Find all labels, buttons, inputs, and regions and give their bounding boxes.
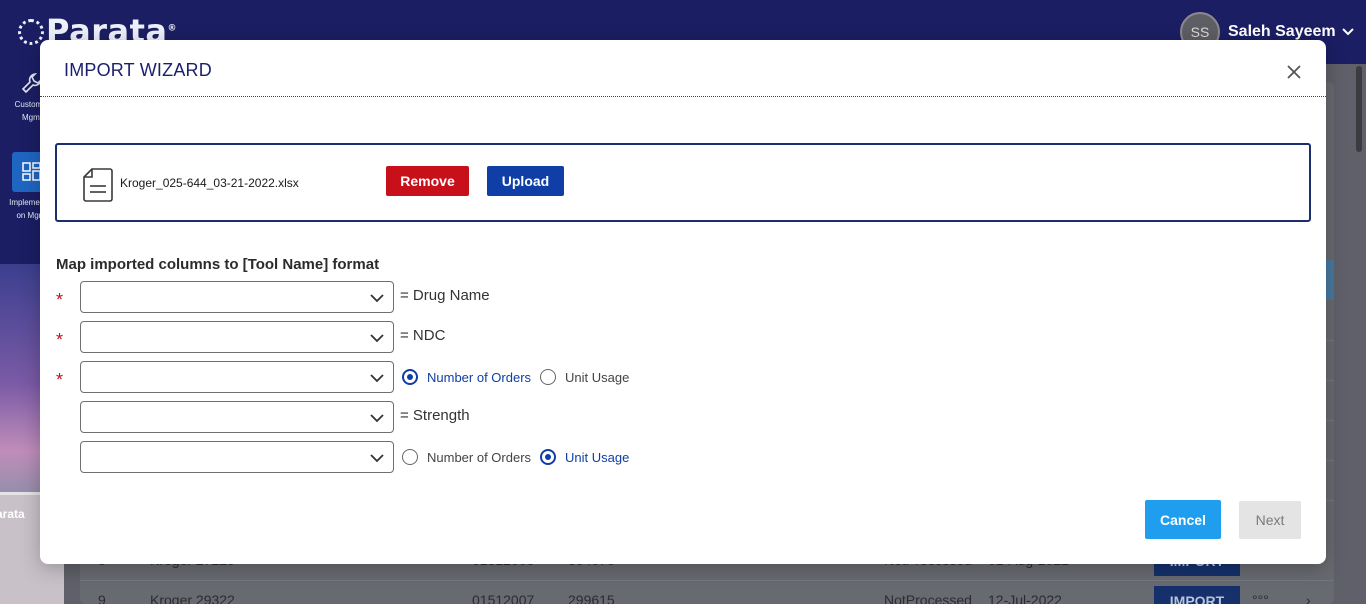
row-code: 01512007 (472, 592, 535, 604)
number-of-orders-label[interactable]: Number of Orders (427, 450, 531, 465)
usage-column-select[interactable] (80, 361, 394, 393)
row-status: NotProcessed (884, 592, 972, 604)
ndc-label: = NDC (400, 327, 446, 344)
cancel-button[interactable]: Cancel (1145, 500, 1221, 539)
file-upload-box: Kroger_025-644_03-21-2022.xlsx Remove Up… (55, 143, 1311, 222)
unit-usage-label[interactable]: Unit Usage (565, 450, 629, 465)
scrollbar-thumb[interactable] (1356, 66, 1362, 152)
file-icon (83, 168, 113, 202)
ndc-column-select[interactable] (80, 321, 394, 353)
table-row[interactable]: 9 Kroger 29322 01512007 299615 NotProces… (80, 580, 1334, 604)
usage-column-select-2[interactable] (80, 441, 394, 473)
chevron-down-icon[interactable] (1341, 28, 1354, 36)
file-name: Kroger_025-644_03-21-2022.xlsx (120, 176, 299, 190)
chevron-down-icon (370, 334, 384, 343)
unit-usage-label[interactable]: Unit Usage (565, 370, 629, 385)
required-marker: * (56, 290, 64, 310)
mapping-row-strength: = Strength (40, 401, 1326, 433)
number-of-orders-radio[interactable] (402, 369, 418, 385)
strength-column-select[interactable] (80, 401, 394, 433)
close-icon[interactable] (1284, 62, 1304, 82)
user-name[interactable]: Saleh Sayeem (1228, 23, 1336, 41)
chevron-down-icon (370, 414, 384, 423)
strength-label: = Strength (400, 407, 470, 424)
modal-title: IMPORT WIZARD (64, 60, 212, 80)
required-marker: * (56, 330, 64, 350)
mapping-row-ndc: * = NDC (40, 321, 1326, 353)
header-divider (40, 96, 1326, 97)
dashboard-grid-icon (22, 162, 41, 181)
row-name: Kroger 29322 (150, 592, 235, 604)
next-button[interactable]: Next (1239, 501, 1301, 539)
row-date: 12-Jul-2022 (988, 592, 1062, 604)
import-button[interactable]: IMPORT (1154, 586, 1240, 604)
row-index: 9 (98, 592, 106, 604)
mapping-row-drug-name: * = Drug Name (40, 281, 1326, 313)
chevron-down-icon (370, 374, 384, 383)
usage-type-radio-group: Number of Orders Unit Usage (402, 361, 638, 393)
number-of-orders-label[interactable]: Number of Orders (427, 370, 531, 385)
required-marker: * (56, 370, 64, 390)
remove-button[interactable]: Remove (386, 166, 469, 196)
chevron-down-icon (370, 454, 384, 463)
upload-button[interactable]: Upload (487, 166, 564, 196)
mapping-title: Map imported columns to [Tool Name] form… (56, 256, 380, 273)
row-number: 299615 (568, 592, 615, 604)
number-of-orders-radio[interactable] (402, 449, 418, 465)
chevron-right-icon[interactable]: › (1306, 592, 1311, 604)
chevron-down-icon (370, 294, 384, 303)
mapping-row-usage-type: * Number of Orders Unit Usage (40, 361, 1326, 393)
sun-logo-icon (18, 19, 44, 45)
unit-usage-radio[interactable] (540, 449, 557, 465)
mapping-row-usage-type-2: Number of Orders Unit Usage (40, 441, 1326, 473)
drug-name-column-select[interactable] (80, 281, 394, 313)
drug-name-label: = Drug Name (400, 287, 490, 304)
row-accent (1326, 260, 1334, 300)
usage-type-radio-group-2: Number of Orders Unit Usage (402, 441, 638, 473)
more-options-icon[interactable]: °°° (1252, 592, 1269, 604)
import-wizard-modal: IMPORT WIZARD Kroger_025-644_03-21-2022.… (40, 40, 1326, 564)
unit-usage-radio[interactable] (540, 369, 557, 385)
